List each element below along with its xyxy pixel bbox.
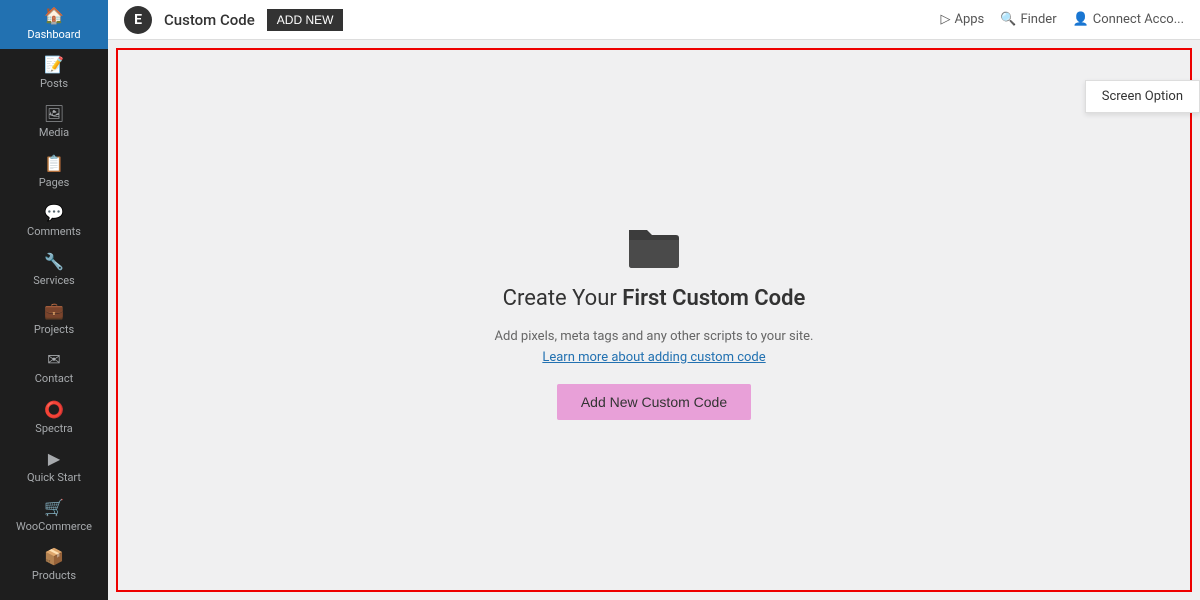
sidebar-item-dashboard[interactable]: 🏠 Dashboard	[0, 0, 108, 49]
topbar-connect[interactable]: 👤 Connect Acco...	[1073, 12, 1184, 27]
page-title: Custom Code	[164, 11, 255, 29]
search-icon: 🔍	[1000, 12, 1016, 27]
sidebar-item-label: Comments	[27, 225, 81, 238]
dashboard-icon: 🏠	[44, 8, 64, 24]
sidebar-item-payments[interactable]: 💳 Payments 1	[0, 590, 108, 600]
content-area: Screen Option Create Your First Custom C…	[108, 40, 1200, 600]
content-frame: Create Your First Custom Code Add pixels…	[116, 48, 1192, 592]
sidebar-item-products[interactable]: 📦 Products	[0, 541, 108, 590]
sidebar-item-label: Dashboard	[27, 28, 80, 41]
page-icon: E	[124, 6, 152, 34]
sidebar-item-label: Media	[39, 126, 69, 139]
sidebar-item-services[interactable]: 🔧 Services	[0, 246, 108, 295]
products-icon: 📦	[44, 549, 64, 565]
empty-state-heading: Create Your First Custom Code	[503, 286, 806, 311]
folder-icon	[624, 220, 684, 270]
topbar: E Custom Code ADD NEW ▷ Apps 🔍 Finder 👤 …	[108, 0, 1200, 40]
sidebar: 🏠 Dashboard 📝 Posts 🖼 Media 📋 Pages 💬 Co…	[0, 0, 108, 600]
sidebar-item-comments[interactable]: 💬 Comments	[0, 197, 108, 246]
empty-state-description: Add pixels, meta tags and any other scri…	[495, 327, 814, 369]
topbar-right: ▷ Apps 🔍 Finder 👤 Connect Acco...	[940, 12, 1184, 27]
sidebar-item-pages[interactable]: 📋 Pages	[0, 148, 108, 197]
sidebar-item-woocommerce[interactable]: 🛒 WooCommerce	[0, 492, 108, 541]
sidebar-item-media[interactable]: 🖼 Media	[0, 98, 108, 147]
projects-icon: 💼	[44, 303, 64, 319]
sidebar-item-quick-start[interactable]: ▶ Quick Start	[0, 443, 108, 492]
topbar-apps[interactable]: ▷ Apps	[940, 12, 984, 27]
pages-icon: 📋	[44, 156, 64, 172]
services-icon: 🔧	[44, 254, 64, 270]
sidebar-item-label: Contact	[35, 372, 73, 385]
sidebar-item-contact[interactable]: ✉ Contact	[0, 344, 108, 393]
comments-icon: 💬	[44, 205, 64, 221]
sidebar-item-label: Posts	[40, 77, 68, 90]
sidebar-item-label: Spectra	[35, 422, 72, 435]
topbar-finder[interactable]: 🔍 Finder	[1000, 12, 1056, 27]
sidebar-item-spectra[interactable]: ⭕ Spectra	[0, 394, 108, 443]
sidebar-item-label: Projects	[34, 323, 74, 336]
woocommerce-icon: 🛒	[44, 500, 64, 516]
contact-icon: ✉	[47, 352, 60, 368]
sidebar-item-label: Products	[32, 569, 76, 582]
add-new-button[interactable]: ADD NEW	[267, 9, 344, 31]
main-area: E Custom Code ADD NEW ▷ Apps 🔍 Finder 👤 …	[108, 0, 1200, 600]
quick-start-icon: ▶	[48, 451, 60, 467]
sidebar-item-label: WooCommerce	[16, 520, 92, 533]
apps-arrow-icon: ▷	[940, 12, 950, 27]
empty-state: Create Your First Custom Code Add pixels…	[495, 220, 814, 421]
topbar-left: E Custom Code ADD NEW	[124, 6, 343, 34]
sidebar-item-label: Services	[33, 274, 74, 287]
add-custom-code-button[interactable]: Add New Custom Code	[557, 384, 751, 420]
learn-more-link[interactable]: Learn more about adding custom code	[542, 350, 765, 365]
posts-icon: 📝	[44, 57, 64, 73]
sidebar-item-label: Quick Start	[27, 471, 81, 484]
media-icon: 🖼	[44, 106, 64, 122]
sidebar-item-projects[interactable]: 💼 Projects	[0, 295, 108, 344]
spectra-icon: ⭕	[44, 402, 64, 418]
user-icon: 👤	[1073, 12, 1089, 27]
screen-options-dropdown[interactable]: Screen Option	[1085, 80, 1200, 113]
sidebar-item-label: Pages	[39, 176, 70, 189]
sidebar-item-posts[interactable]: 📝 Posts	[0, 49, 108, 98]
